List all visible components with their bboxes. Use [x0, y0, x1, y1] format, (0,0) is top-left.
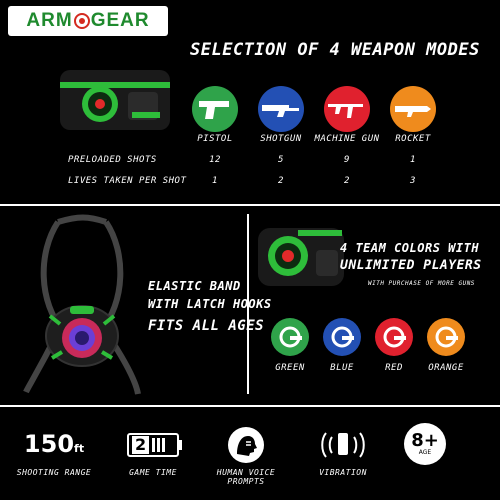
team-colors-note: WITH PURCHASE OF MORE GUNS [368, 280, 475, 287]
sensor-icon [383, 326, 406, 348]
headline: SELECTION OF 4 WEAPON MODES [190, 40, 480, 60]
age-badge: 8+ AGE [404, 423, 446, 465]
team-colors-line-1: 4 TEAM COLORS WITH [340, 241, 480, 255]
brand-logo: ARM GEAR [8, 6, 168, 36]
weapon-mode-machine-gun [324, 86, 370, 132]
vibration-label: VIBRATION [319, 468, 367, 477]
range-unit: ft [74, 442, 85, 455]
weapon-mode-shotgun [258, 86, 304, 132]
preloaded-shots-label: PRELOADED SHOTS [68, 155, 157, 165]
battery-icon: 2 [127, 433, 179, 457]
section-divider-top [0, 204, 500, 206]
preloaded-shots-shotgun: 5 [278, 155, 284, 165]
age-value: 8+ [411, 430, 439, 451]
shooting-range-value: 150ft [14, 430, 94, 458]
sensor-icon [331, 326, 354, 348]
preloaded-shots-pistol: 12 [209, 155, 221, 165]
team-color-green [271, 318, 309, 356]
shooting-range-label: SHOOTING RANGE [16, 468, 92, 477]
team-color-red [375, 318, 413, 356]
game-time-label: GAME TIME [129, 468, 177, 477]
lives-taken-label: LIVES TAKEN PER SHOT [68, 176, 187, 186]
gun-image-top [60, 62, 170, 142]
vest-feature-line-1: ELASTIC BAND [148, 279, 241, 293]
voice-prompts-label: HUMAN VOICE PROMPTS [216, 468, 276, 486]
vibration-icon [318, 428, 368, 462]
voice-icon [228, 427, 264, 463]
range-number: 150 [23, 430, 75, 458]
machine-gun-icon [328, 104, 363, 118]
lives-taken-shotgun: 2 [278, 176, 284, 186]
game-time-value: 2 [132, 436, 150, 454]
team-colors-line-2: UNLIMITED PLAYERS [340, 258, 482, 273]
target-icon [73, 13, 90, 29]
gun-image-team [258, 222, 344, 294]
preloaded-shots-rocket: 1 [410, 155, 416, 165]
team-color-blue [323, 318, 361, 356]
weapon-name-rocket: ROCKET [395, 134, 431, 144]
battery-tip [179, 440, 182, 450]
sensor-icon [279, 326, 302, 348]
vest-feature-line-3: FITS ALL AGES [148, 318, 265, 334]
rocket-icon [395, 106, 431, 117]
vest-feature-line-2: WITH LATCH HOOKS [148, 297, 272, 311]
team-name-orange: ORANGE [428, 363, 464, 373]
preloaded-shots-machine-gun: 9 [344, 155, 350, 165]
lives-taken-pistol: 1 [212, 176, 218, 186]
age-unit: AGE [418, 449, 432, 456]
sensor-icon [435, 326, 458, 348]
weapon-mode-pistol [192, 86, 238, 132]
lives-taken-machine-gun: 2 [344, 176, 350, 186]
pistol-icon [199, 101, 229, 119]
vest-image [18, 212, 146, 398]
team-color-orange [427, 318, 465, 356]
brand-name-left: ARM [26, 10, 73, 31]
shotgun-icon [262, 105, 299, 117]
section-divider-bottom [0, 405, 500, 407]
lives-taken-rocket: 3 [410, 176, 416, 186]
weapon-mode-rocket [390, 86, 436, 132]
brand-name-right: GEAR [90, 10, 150, 31]
